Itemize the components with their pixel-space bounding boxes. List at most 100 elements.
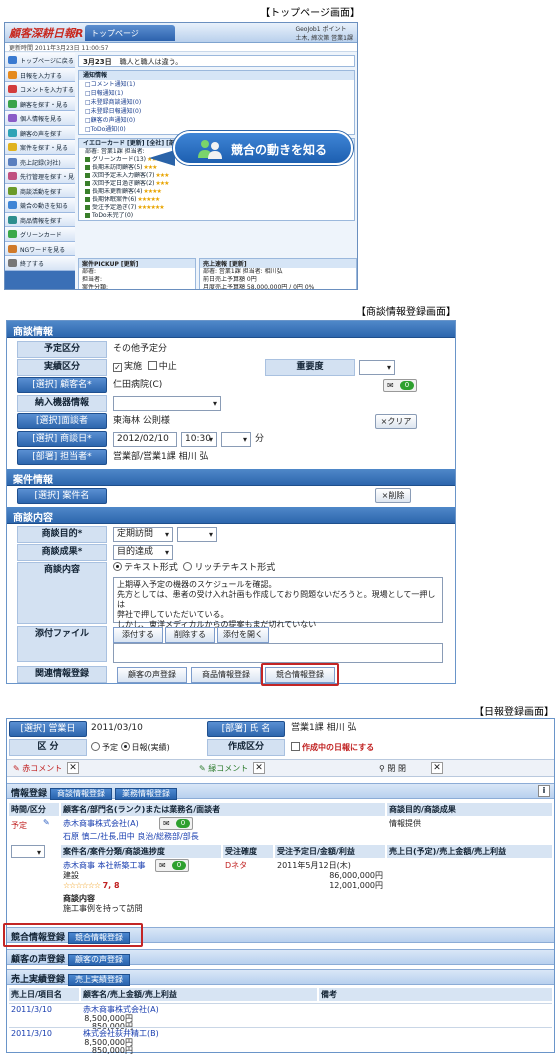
customer-mail-badge[interactable]: ✉ 0 [383,379,417,392]
card-row[interactable]: 長期未訪問顧客(5) ★★★ [79,164,354,172]
content-line: 上期導入予定の機器のスケジュールを確認。 [117,580,277,589]
sales-register-tab[interactable]: 売上実績登録 [68,974,131,986]
row-select[interactable] [11,845,45,859]
negotiation-register-tab[interactable]: 商談情報登録 [50,788,113,800]
attach-delete-button[interactable]: 削除する [165,627,215,643]
case-mail-badge[interactable]: ✉ 0 [155,859,189,872]
notice-link[interactable]: □未登録日報通知(0) [79,107,354,116]
info-icon[interactable]: i [538,785,550,797]
sidebar-item[interactable]: 終了する [5,256,75,271]
sidebar-item-label: 商談活動を探す [20,188,63,196]
purpose-select[interactable]: 定期訪問 [113,527,173,542]
report-radio[interactable] [120,742,130,751]
customer-link[interactable]: 赤木商事株式会社(A) [63,819,139,829]
content-value: 施工事例を持って訪問 [63,904,143,913]
status-option: 作成中の日報にする [291,739,374,756]
search-button[interactable]: ⚲ 閉 閉 [379,763,406,774]
sidebar-item[interactable]: 商談活動を探す [5,183,75,198]
sidebar-item[interactable]: 競合の動きを知る [5,198,75,213]
notice-link[interactable]: □コメント通知(1) [79,80,354,89]
highlight-box [3,923,143,947]
time-select[interactable]: 10:30 [181,432,217,447]
draft-checkbox[interactable] [291,742,300,751]
close-icon[interactable]: ✕ [431,762,443,774]
sales-date[interactable]: 2011/3/10 [11,1029,52,1039]
attach-add-button[interactable]: 添付する [113,627,163,643]
minute-select[interactable] [221,432,251,447]
rich-format-radio[interactable] [183,562,193,571]
card-row[interactable]: 長期未更新顧客(4) ★★★★ [79,188,354,196]
plan-radio[interactable] [91,742,100,751]
daily-message: 職人と職人は違う。 [119,58,183,66]
edit-icon[interactable]: ✎ [43,818,50,828]
card-row[interactable]: 長期休眠案件(6) ★★★★★ [79,196,354,204]
sidebar-item-label: 売上記録(対社) [20,159,61,167]
sidebar-item[interactable]: コメントを入力する [5,82,75,97]
notice-panel: 通知情報 □コメント通知(1) □日報通知(1) □未登録商談通知(0) □未登録日報… [78,70,355,135]
sidebar-item[interactable]: グリーンカード [5,227,75,242]
date-input[interactable]: 2012/02/10 [113,432,177,447]
delivery-select[interactable] [113,396,221,411]
attach-list[interactable] [113,643,443,663]
voice-register-tab[interactable]: 顧客の声登録 [68,954,131,966]
clear-button[interactable]: ×クリア [375,414,417,429]
red-comment-button[interactable]: ✎ 赤コメント [13,763,62,774]
card-label: ToDo未完了(0) [92,212,134,219]
select-case-button[interactable]: [選択] 案件名 [17,488,107,504]
content-textarea[interactable]: 上期導入予定の機器のスケジュールを確認。 先方としては、患者の受け入れ計画も作成し… [113,577,443,629]
case-link[interactable]: 赤木商事 本社新築工事 [63,861,146,871]
sidebar-item[interactable]: 売上記録(対社) [5,154,75,169]
comment-toolbar: ✎ 赤コメント ✕ ✎ 緑コメント ✕ ⚲ 閉 閉 ✕ [7,759,554,777]
person-link[interactable]: 石原 慎二/社長,田中 良治/総務部/部長 [63,832,199,842]
select-interviewer-button[interactable]: [選択]面談者 [17,413,107,429]
sidebar-icon [8,215,17,224]
sidebar-item[interactable]: 先行管理を探す・見る [5,169,75,184]
work-register-tab[interactable]: 業務情報登録 [115,788,178,800]
select-dept-button[interactable]: [部署] 担当者* [17,449,107,465]
close-icon[interactable]: ✕ [67,762,79,774]
sidebar-item[interactable]: NGワードを見る [5,241,75,256]
text-format-radio[interactable] [113,562,122,571]
card-row[interactable]: ToDo未完了(0) [79,212,354,220]
notice-link[interactable]: □未登録商談通知(0) [79,98,354,107]
pickup-row: 案件分類: [82,284,109,290]
product-register-button[interactable]: 商品情報登録 [191,667,261,683]
notice-link[interactable]: □顧客の声通知(0) [79,116,354,125]
sidebar-item[interactable]: 商品情報を探す [5,212,75,227]
attach-open-button[interactable]: 添付を開く [217,627,269,643]
result-done-checkbox[interactable]: ✓ [113,363,122,372]
sidebar-item[interactable]: 個人情報を見る [5,111,75,126]
select-date-button[interactable]: [選択] 商談日* [17,431,107,447]
sidebar-item[interactable]: 日報を入力する [5,67,75,82]
sidebar-icon [8,128,17,137]
sidebar-item[interactable]: トップページに戻る [5,53,75,68]
sidebar-item[interactable]: 顧客を探す・見る [5,96,75,111]
card-row[interactable]: 受注予定過ぎ(7) ★★★★★★ [79,204,354,212]
notice-link[interactable]: □日報通知(1) [79,89,354,98]
voice-register-button[interactable]: 顧客の声登録 [117,667,187,683]
close-icon[interactable]: ✕ [253,762,265,774]
outcome-select[interactable]: 目的達成 [113,545,173,560]
notice-header: 通知情報 [79,71,354,80]
select-customer-button[interactable]: [選択] 顧客名* [17,377,107,393]
green-comment-button[interactable]: ✎ 緑コメント [199,763,248,774]
delete-case-button[interactable]: ×削除 [375,488,411,503]
sales-date[interactable]: 2011/3/10 [11,1005,52,1015]
mail-badge[interactable]: ✉ 0 [159,817,193,830]
tab-top-page[interactable]: トップページ [85,25,175,41]
sidebar-icon [8,56,17,64]
card-row[interactable]: 次回予定日過ぎ顧客(2) ★★★ [79,180,354,188]
card-label: 長期未更新顧客(4) [92,188,143,195]
purpose-sub-select[interactable] [177,527,217,542]
sidebar-item[interactable]: 案件を探す・見る [5,140,75,155]
sidebar-item[interactable]: 顧客の声を探す [5,125,75,140]
daily-report-form: [選択] 営業日 2011/03/10 [部署] 氏 名 営業1課 相川 弘 区… [3,718,555,1055]
sidebar-icon [8,70,17,79]
select-sales-day-button[interactable]: [選択] 営業日 [9,721,87,737]
card-row[interactable]: 次回予定未入力顧客(7) ★★★ [79,172,354,180]
result-cancel-checkbox[interactable] [147,361,157,370]
sales-flash-panel: 売上速報 [更新] 部署: 営業1課 担当者: 相川弘 前日売上予算額 0円 月度売… [199,258,357,289]
user-line-1: GeoJob1 ポイント [295,26,347,33]
priority-select[interactable] [359,360,395,375]
select-name-button[interactable]: [部署] 氏 名 [207,721,285,737]
